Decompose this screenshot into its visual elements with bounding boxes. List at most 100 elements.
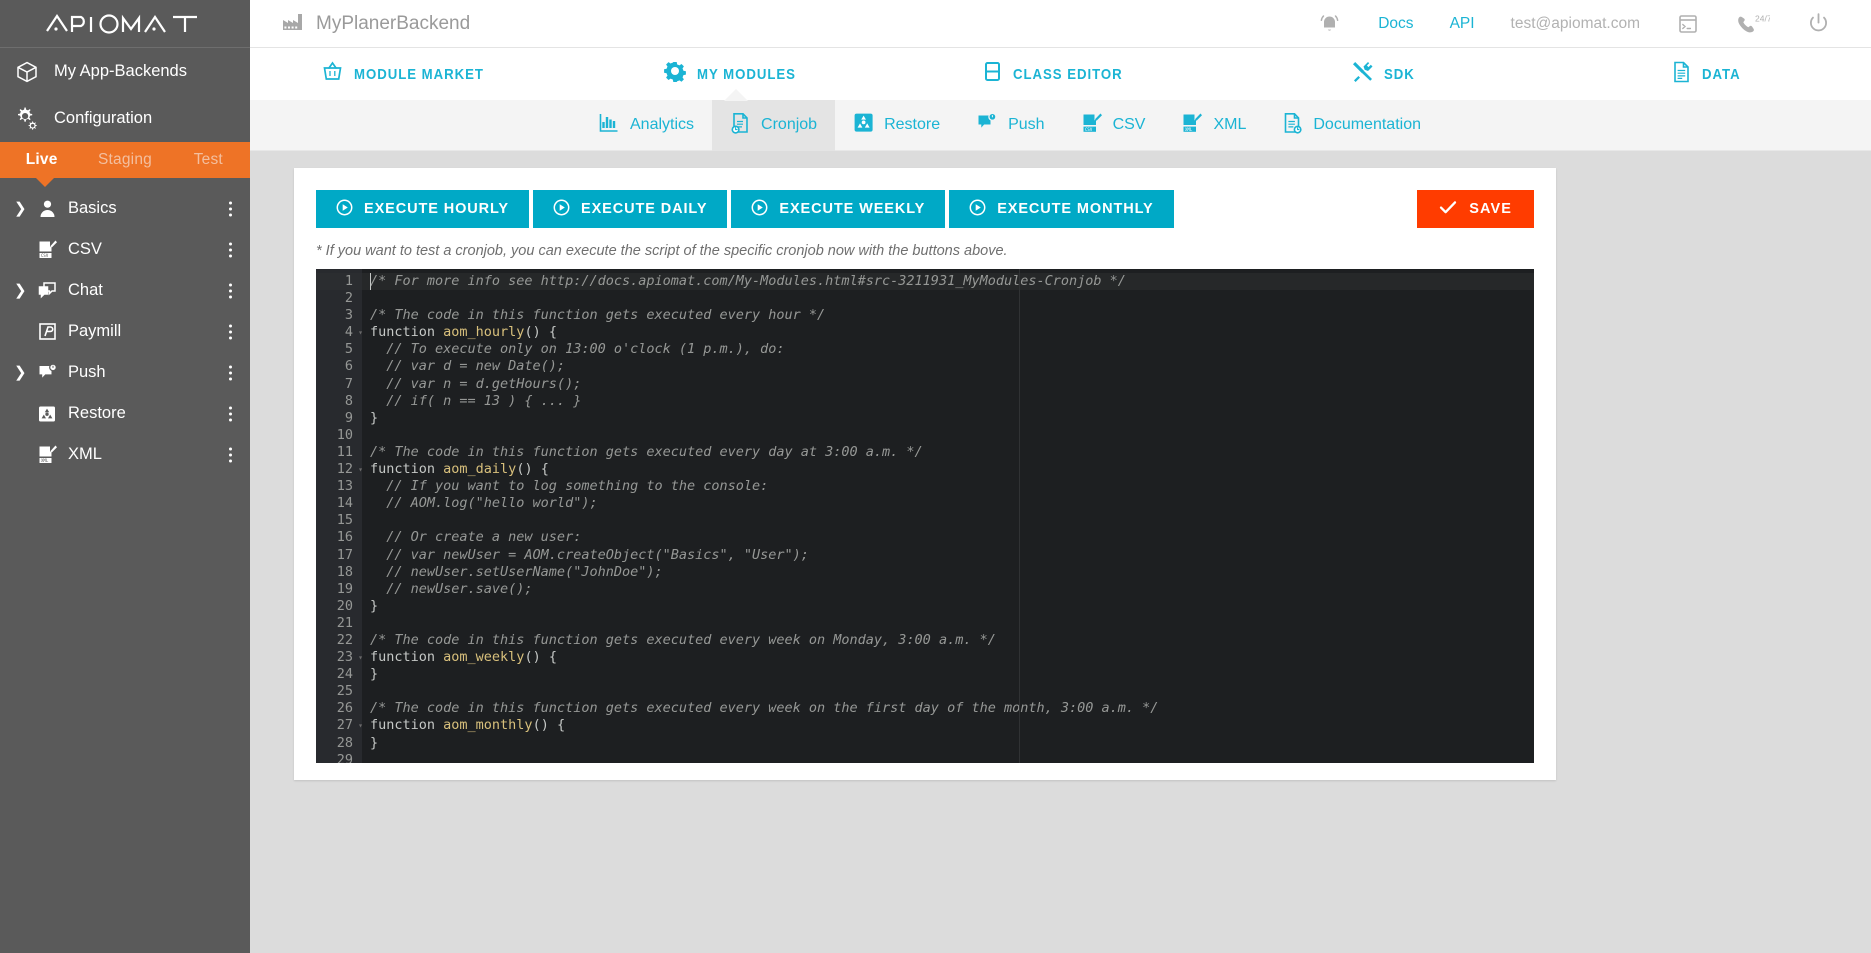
env-tab-live[interactable]: Live xyxy=(0,151,83,169)
env-tab-staging[interactable]: Staging xyxy=(83,151,166,169)
editor-line-number[interactable]: 12 xyxy=(316,461,363,478)
editor-code-line[interactable]: /* The code in this function gets execut… xyxy=(362,632,1534,649)
editor-code-line[interactable] xyxy=(362,427,1534,444)
editor-line-number[interactable]: 2 xyxy=(316,290,362,307)
editor-line-numbers[interactable]: 1234567891011121314151617181920212223242… xyxy=(316,269,363,763)
notifications-bell[interactable] xyxy=(1299,11,1360,36)
editor-code-line[interactable] xyxy=(362,512,1534,529)
module-options-menu[interactable] xyxy=(229,201,232,216)
editor-code-line[interactable] xyxy=(362,290,1534,307)
sidebar-module-chat[interactable]: ❯ Chat xyxy=(0,270,250,311)
sidebar-item-my-app-backends[interactable]: My App-Backends xyxy=(0,48,250,95)
sidebar-module-xml[interactable]: XML XML xyxy=(0,434,250,475)
editor-line-number[interactable]: 18 xyxy=(316,564,362,581)
editor-code-line[interactable]: /* For more info see http://docs.apiomat… xyxy=(362,273,1534,291)
editor-line-number[interactable]: 14 xyxy=(316,495,362,512)
subtab-push[interactable]: Push xyxy=(958,100,1062,151)
editor-line-number[interactable]: 3 xyxy=(316,307,362,324)
chevron-right-icon[interactable]: ❯ xyxy=(14,201,32,216)
editor-line-number[interactable]: 28 xyxy=(316,735,362,752)
editor-code-line[interactable]: } xyxy=(362,598,1534,615)
editor-code-line[interactable]: function aom_hourly() { xyxy=(362,324,1534,341)
user-email[interactable]: test@apiomat.com xyxy=(1493,15,1658,33)
module-options-menu[interactable] xyxy=(229,406,232,421)
execute-hourly-button[interactable]: EXECUTE HOURLY xyxy=(316,190,530,228)
subtab-cronjob[interactable]: Cronjob xyxy=(712,99,836,151)
tab-my-modules[interactable]: MY MODULES xyxy=(574,48,898,100)
editor-line-number[interactable]: 13 xyxy=(316,478,362,495)
tab-sdk[interactable]: SDK xyxy=(1223,48,1547,100)
editor-line-number[interactable]: 4 xyxy=(316,324,363,341)
editor-code-line[interactable]: } xyxy=(362,666,1534,683)
execute-weekly-button[interactable]: EXECUTE WEEKLY xyxy=(731,190,946,228)
execute-monthly-button[interactable]: EXECUTE MONTHLY xyxy=(949,190,1174,228)
editor-code-line[interactable]: function aom_daily() { xyxy=(362,461,1534,478)
editor-line-number[interactable]: 22 xyxy=(316,632,362,649)
support-247-icon[interactable]: 24/7 xyxy=(1718,12,1788,36)
sidebar-module-basics[interactable]: ❯ Basics xyxy=(0,188,250,229)
editor-line-number[interactable]: 23 xyxy=(316,649,363,666)
power-logout-icon[interactable] xyxy=(1788,11,1849,36)
code-editor[interactable]: 1234567891011121314151617181920212223242… xyxy=(316,269,1534,763)
module-options-menu[interactable] xyxy=(229,242,232,257)
editor-line-number[interactable]: 8 xyxy=(316,393,362,410)
sidebar-module-paymill[interactable]: Paymill xyxy=(0,311,250,352)
editor-line-number[interactable]: 29 xyxy=(316,752,362,763)
env-tab-test[interactable]: Test xyxy=(167,151,250,169)
api-link[interactable]: API xyxy=(1432,15,1493,33)
module-options-menu[interactable] xyxy=(229,283,232,298)
editor-code-line[interactable]: // AOM.log("hello world"); xyxy=(362,495,1534,512)
editor-code-line[interactable]: // To execute only on 13:00 o'clock (1 p… xyxy=(362,341,1534,358)
subtab-analytics[interactable]: Analytics xyxy=(580,100,712,151)
editor-code-line[interactable]: // var newUser = AOM.createObject("Basic… xyxy=(362,547,1534,564)
editor-line-number[interactable]: 6 xyxy=(316,358,362,375)
apiomat-logo[interactable] xyxy=(0,0,250,48)
module-options-menu[interactable] xyxy=(229,324,232,339)
editor-code-line[interactable]: function aom_monthly() { xyxy=(362,717,1534,734)
editor-code-line[interactable]: function aom_weekly() { xyxy=(362,649,1534,666)
editor-code-line[interactable]: /* The code in this function gets execut… xyxy=(362,307,1534,324)
editor-line-number[interactable]: 17 xyxy=(316,547,362,564)
sidebar-module-csv[interactable]: CSV CSV xyxy=(0,229,250,270)
editor-code-line[interactable] xyxy=(362,683,1534,700)
editor-line-number[interactable]: 16 xyxy=(316,529,362,546)
editor-code-line[interactable]: } xyxy=(362,410,1534,427)
module-options-menu[interactable] xyxy=(229,447,232,462)
subtab-restore[interactable]: Restore xyxy=(835,100,958,151)
editor-line-number[interactable]: 19 xyxy=(316,581,362,598)
subtab-documentation[interactable]: Documentation xyxy=(1264,100,1439,151)
editor-code-line[interactable]: // var n = d.getHours(); xyxy=(362,376,1534,393)
execute-daily-button[interactable]: EXECUTE DAILY xyxy=(533,190,728,228)
module-options-menu[interactable] xyxy=(229,365,232,380)
editor-code-line[interactable]: // Or create a new user: xyxy=(362,529,1534,546)
save-button[interactable]: SAVE xyxy=(1417,190,1534,228)
editor-line-number[interactable]: 9 xyxy=(316,410,362,427)
editor-line-number[interactable]: 26 xyxy=(316,700,362,717)
editor-line-number[interactable]: 1 xyxy=(316,273,362,291)
docs-link[interactable]: Docs xyxy=(1360,15,1431,33)
tab-data[interactable]: DATA xyxy=(1547,48,1871,100)
editor-code-line[interactable]: } xyxy=(362,735,1534,752)
tab-module-market[interactable]: MODULE MARKET xyxy=(250,48,574,100)
editor-line-number[interactable]: 10 xyxy=(316,427,362,444)
editor-line-number[interactable]: 25 xyxy=(316,683,362,700)
editor-line-number[interactable]: 21 xyxy=(316,615,362,632)
editor-code-line[interactable]: // var d = new Date(); xyxy=(362,358,1534,375)
subtab-xml[interactable]: XML XML xyxy=(1163,100,1264,151)
editor-line-number[interactable]: 15 xyxy=(316,512,362,529)
tab-class-editor[interactable]: CLASS EDITOR xyxy=(898,48,1222,100)
sidebar-module-push[interactable]: ❯ Push xyxy=(0,352,250,393)
sidebar-item-configuration[interactable]: Configuration xyxy=(0,95,250,142)
editor-line-number[interactable]: 11 xyxy=(316,444,362,461)
editor-line-number[interactable]: 27 xyxy=(316,717,363,734)
editor-code-line[interactable]: // newUser.setUserName("JohnDoe"); xyxy=(362,564,1534,581)
editor-code-area[interactable]: /* For more info see http://docs.apiomat… xyxy=(362,269,1534,763)
chevron-right-icon[interactable]: ❯ xyxy=(14,365,32,380)
editor-line-number[interactable]: 7 xyxy=(316,376,362,393)
editor-code-line[interactable]: /* The code in this function gets execut… xyxy=(362,444,1534,461)
editor-line-number[interactable]: 20 xyxy=(316,598,362,615)
editor-code-line[interactable]: // if( n == 13 ) { ... } xyxy=(362,393,1534,410)
editor-code-line[interactable]: /* The code in this function gets execut… xyxy=(362,700,1534,717)
editor-code-line[interactable] xyxy=(362,615,1534,632)
chevron-right-icon[interactable]: ❯ xyxy=(14,283,32,298)
